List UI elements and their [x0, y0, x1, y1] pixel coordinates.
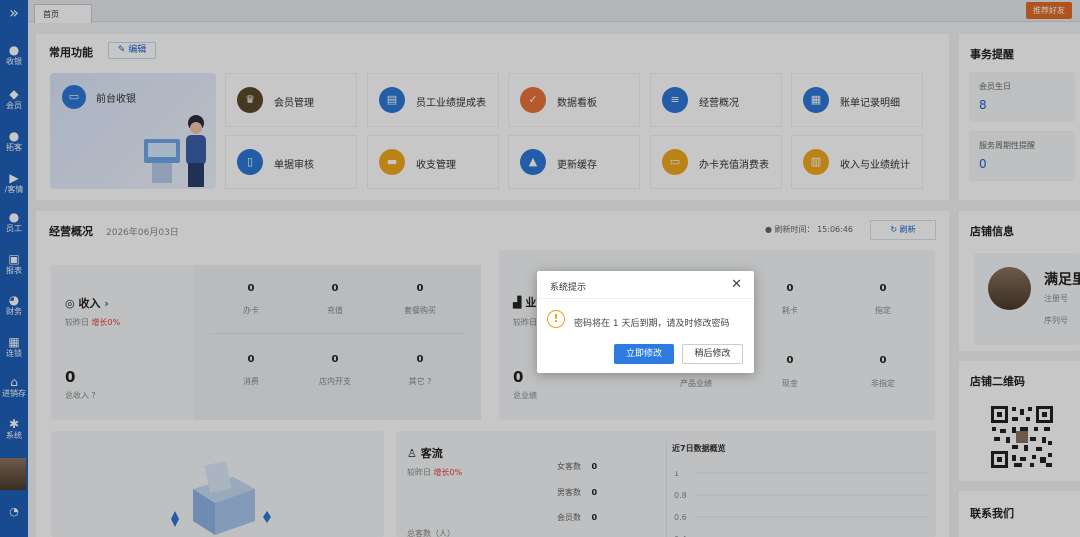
- change-later-button[interactable]: 稍后修改: [682, 344, 743, 364]
- change-now-button[interactable]: 立即修改: [614, 344, 674, 364]
- exclamation-icon: !: [547, 310, 565, 328]
- dialog-title: 系统提示: [550, 283, 587, 293]
- close-icon[interactable]: ✕: [731, 277, 742, 292]
- dialog-message: 密码将在 1 天后到期，请及时修改密码: [574, 319, 730, 329]
- modal-overlay: [0, 0, 1080, 537]
- system-alert-dialog: 系统提示 ✕ ! 密码将在 1 天后到期，请及时修改密码 立即修改 稍后修改: [537, 271, 754, 373]
- dialog-header: 系统提示 ✕: [537, 271, 754, 299]
